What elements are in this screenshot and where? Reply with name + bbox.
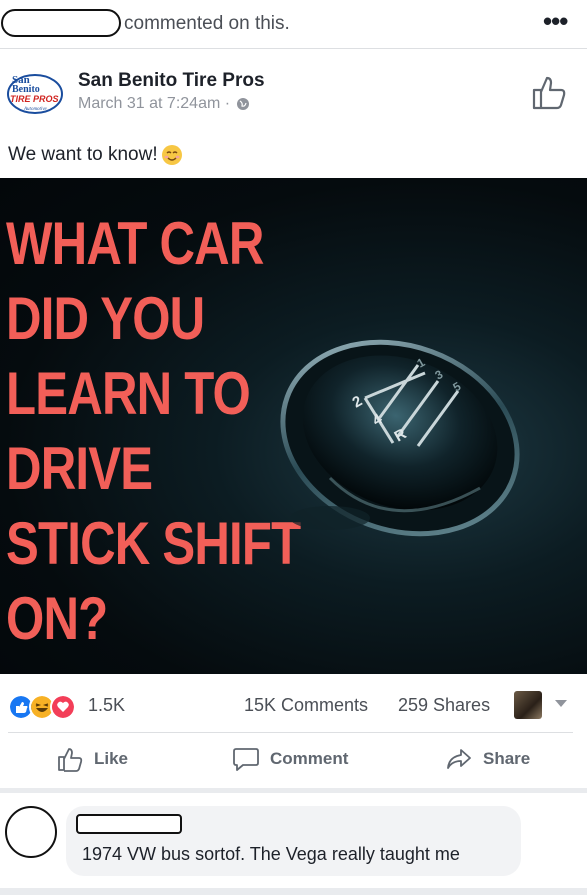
reaction-count[interactable]: 1.5K <box>88 695 125 716</box>
headline-line: LEARN TO <box>6 360 251 427</box>
redacted-commenter-name <box>1 9 121 37</box>
section-divider <box>0 788 587 793</box>
redacted-comment-author <box>76 814 182 834</box>
comment-button[interactable]: Comment <box>232 746 348 772</box>
logo-line-4: Automotive <box>23 107 48 112</box>
gear-shifter-icon: 2 4 R 1 3 5 <box>280 339 520 537</box>
headline-line: DRIVE <box>6 435 153 502</box>
shares-count[interactable]: 259 Shares <box>398 695 490 716</box>
post-text-content: We want to know! <box>8 144 158 165</box>
page-name[interactable]: San Benito Tire Pros <box>78 70 265 92</box>
share-label: Share <box>483 749 531 768</box>
smile-emoji-icon <box>161 145 182 165</box>
comment-label: Comment <box>270 749 349 768</box>
comments-count[interactable]: 15K Comments <box>244 695 368 716</box>
headline-line: ON? <box>6 585 108 652</box>
page-logo[interactable]: San Benito TIRE PROS Automotive <box>6 70 64 116</box>
divider <box>8 732 573 733</box>
comment-avatar[interactable] <box>5 806 57 858</box>
like-button[interactable]: Like <box>56 746 128 772</box>
post-image[interactable]: WHAT CAR DID YOU LEARN TO DRIVE STICK SH… <box>0 178 587 674</box>
thumbs-up-icon <box>58 748 83 772</box>
headline-line: STICK SHIFT <box>6 510 301 577</box>
post-meta: March 31 at 7:24am · <box>78 95 250 113</box>
comment-bubble[interactable]: 1974 VW bus sortof. The Vega really taug… <box>66 806 521 876</box>
headline-line: WHAT CAR <box>6 210 264 277</box>
activity-text: commented on this. <box>124 13 290 34</box>
activity-bar: commented on this. ••• <box>0 0 587 49</box>
logo-line-3: TIRE PROS <box>10 94 59 104</box>
like-page-icon[interactable] <box>528 72 570 112</box>
more-icon[interactable]: ••• <box>543 8 568 34</box>
post-timestamp[interactable]: March 31 at 7:24am · <box>78 95 230 113</box>
bottom-divider <box>0 888 587 895</box>
love-reaction-icon <box>50 694 76 720</box>
post-stats: 1.5K 15K Comments 259 Shares <box>0 688 587 724</box>
reaction-icons[interactable] <box>8 694 76 720</box>
chevron-down-icon[interactable] <box>555 700 567 707</box>
post-text: We want to know! <box>8 144 183 166</box>
headline-line: DID YOU <box>6 285 205 352</box>
image-headline: WHAT CAR DID YOU LEARN TO DRIVE STICK SH… <box>6 206 301 656</box>
comment-bubble-icon <box>233 748 259 771</box>
share-arrow-icon <box>447 749 471 769</box>
post-actions: Like Comment Share <box>0 740 587 784</box>
like-label: Like <box>94 749 129 768</box>
comment-text: 1974 VW bus sortof. The Vega really taug… <box>82 844 460 864</box>
globe-icon <box>237 98 250 110</box>
share-button[interactable]: Share <box>445 746 530 772</box>
avatar[interactable] <box>514 691 542 719</box>
